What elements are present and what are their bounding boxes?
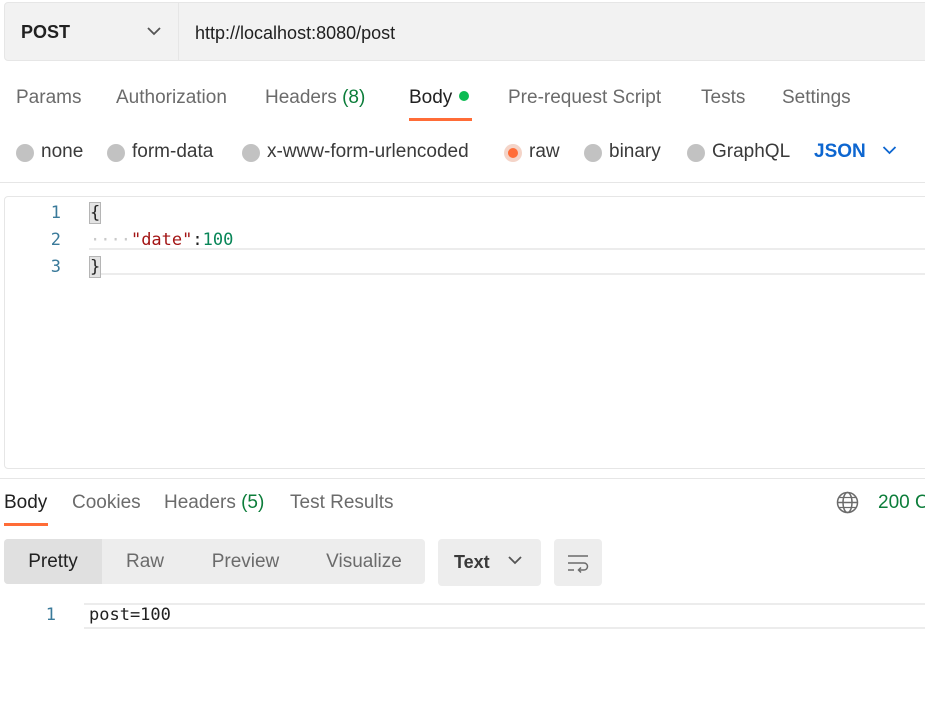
globe-icon[interactable] [836,491,859,514]
json-brace-open: { [88,202,102,224]
request-body-editor[interactable]: 1 { 2 ····"date":100 3 } [4,196,925,469]
tab-settings[interactable]: Settings [782,87,851,109]
tab-params[interactable]: Params [16,87,81,109]
response-body-text: post=100 [89,605,171,625]
line-number: 2 [50,230,61,250]
url-input[interactable]: http://localhost:8080/post [195,23,395,44]
whitespace-indent: ···· [90,230,131,250]
view-visualize-button[interactable]: Visualize [303,539,425,584]
response-tab-headers[interactable]: Headers (5) [164,492,264,514]
view-preview-button[interactable]: Preview [188,539,303,584]
radio-label: form-data [132,141,214,162]
line-number: 1 [50,203,61,223]
json-colon: : [192,230,203,250]
tab-headers[interactable]: Headers (8) [265,87,365,109]
radio-label: GraphQL [712,141,791,162]
tab-authorization[interactable]: Authorization [116,87,227,109]
body-indicator-dot [459,91,470,101]
line-number: 3 [50,257,61,277]
wrap-lines-icon [568,555,589,574]
response-tab-test-results[interactable]: Test Results [290,492,393,514]
radio-label: none [41,141,84,162]
chevron-down-icon [147,27,161,36]
current-line-highlight [89,248,925,275]
raw-language-select[interactable]: JSON [814,141,866,163]
tab-body[interactable]: Body [409,87,470,109]
headers-count: (8) [342,87,366,108]
tab-tests[interactable]: Tests [701,87,745,109]
code-line: } [88,256,102,278]
json-value: 100 [202,230,234,250]
radio-circle [16,144,34,162]
active-tab-indicator [4,523,48,526]
json-brace-close: } [88,256,102,278]
divider [0,182,925,183]
request-url-bar: POST http://localhost:8080/post [4,2,925,61]
line-number: 1 [45,605,56,625]
code-line: ····"date":100 [90,230,233,250]
chevron-down-icon[interactable] [882,145,897,155]
code-line: { [88,202,102,224]
radio-label: raw [529,141,560,162]
tab-body-label: Body [409,87,453,108]
method-label: POST [21,22,71,42]
response-tab-cookies[interactable]: Cookies [72,492,141,514]
current-line-highlight [84,603,925,629]
json-key: "date" [130,230,193,250]
response-headers-count: (5) [241,492,265,513]
divider [0,478,925,479]
response-format-select[interactable]: Text [438,539,541,586]
view-raw-button[interactable]: Raw [102,539,188,584]
radio-circle [107,144,125,162]
tab-prerequest-script[interactable]: Pre-request Script [508,87,661,109]
radio-circle-selected [504,144,522,162]
radio-circle [584,144,602,162]
method-select[interactable]: POST [5,3,179,60]
response-view-mode: Pretty Raw Preview Visualize [4,539,425,584]
tab-headers-label: Headers [265,87,337,108]
radio-label: binary [609,141,661,162]
chevron-down-icon [508,556,522,565]
radio-circle [687,144,705,162]
response-tab-body[interactable]: Body [4,492,47,514]
response-tab-headers-label: Headers [164,492,236,513]
active-tab-indicator [409,118,472,121]
wrap-lines-button[interactable] [554,539,602,586]
radio-label: x-www-form-urlencoded [267,141,469,162]
format-label: Text [454,552,490,572]
response-status: 200 O [878,492,925,513]
view-pretty-button[interactable]: Pretty [4,539,102,584]
radio-circle [242,144,260,162]
